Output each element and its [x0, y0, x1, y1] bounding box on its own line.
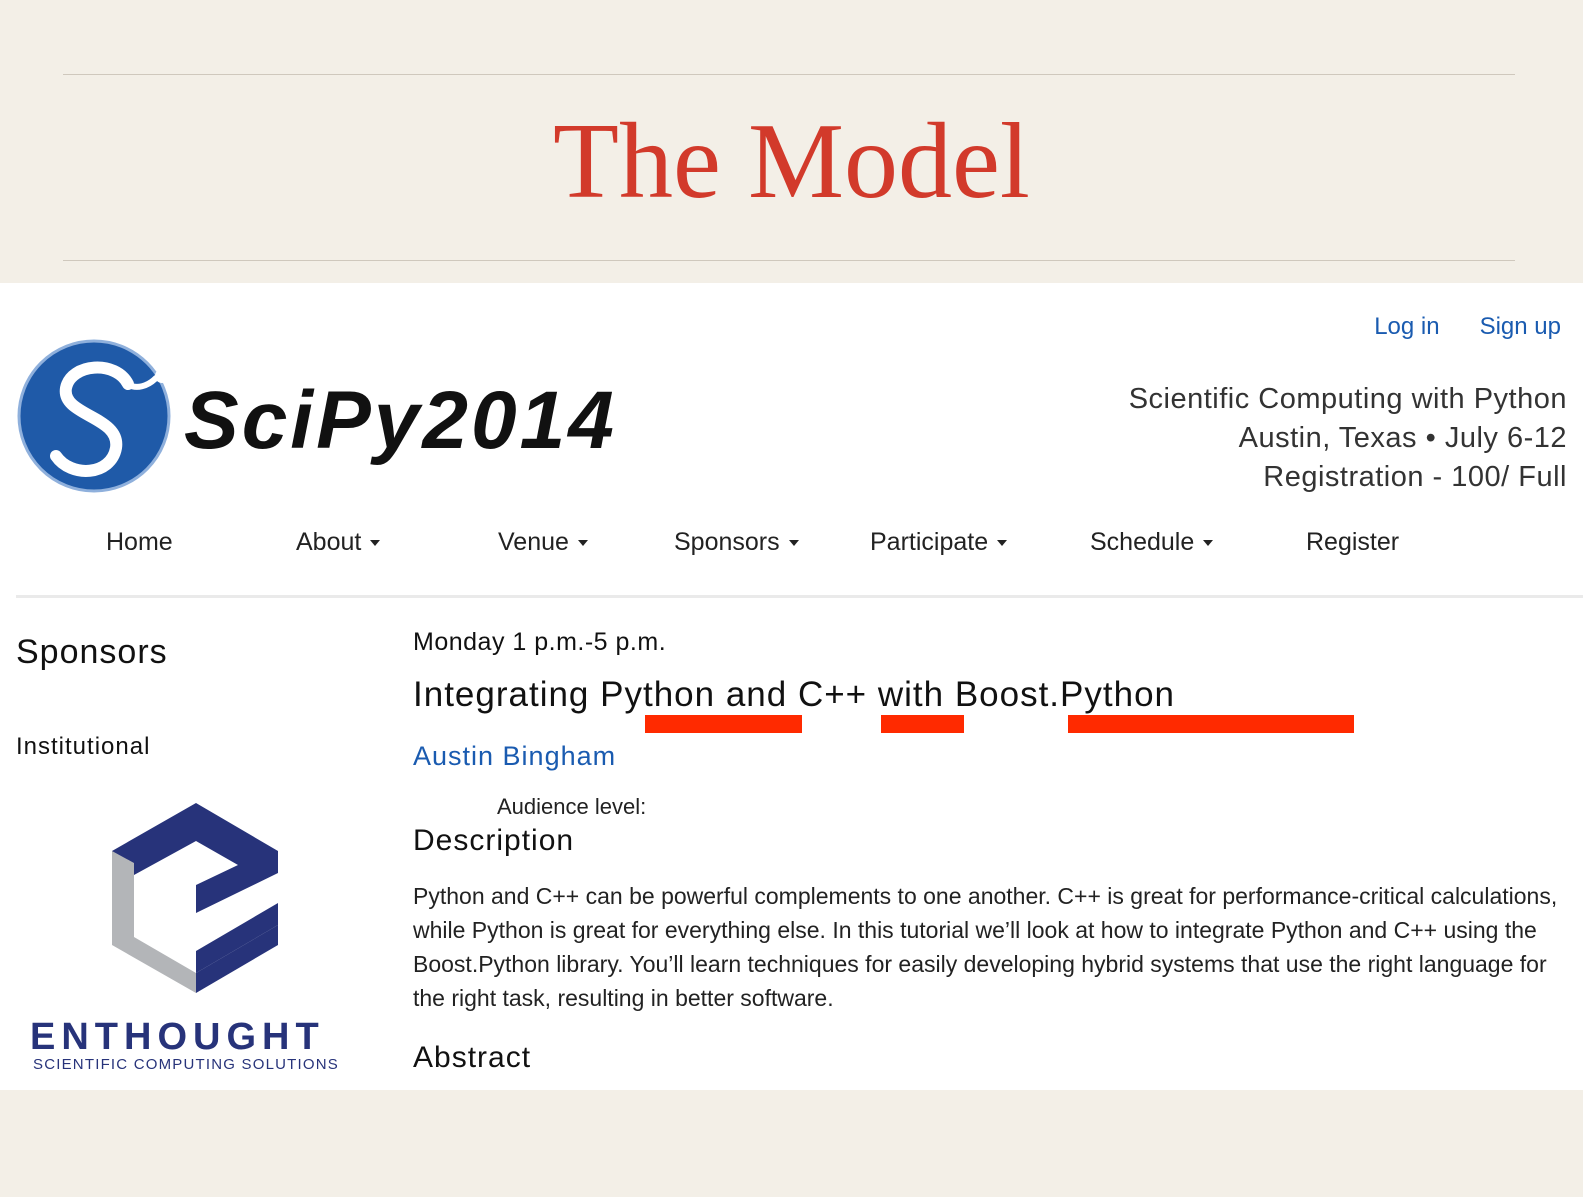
enthought-tagline: SCIENTIFIC COMPUTING SOLUTIONS	[33, 1056, 340, 1073]
nav-label: Participate	[870, 528, 989, 556]
nav-label: Schedule	[1090, 528, 1195, 556]
nav-label: About	[296, 528, 362, 556]
description-text: Python and C++ can be powerful complemen…	[413, 883, 1558, 1011]
nav-divider	[16, 595, 1583, 598]
highlight-underline-boost-python	[1068, 715, 1354, 733]
scipy-snake-icon	[17, 339, 171, 493]
tagline-line: Registration - 100/ Full	[1263, 461, 1567, 493]
conference-tagline: Scientific Computing with Python Austin,…	[1129, 380, 1567, 497]
slide-title: The Model	[553, 102, 1030, 221]
caret-down-icon	[370, 540, 381, 547]
nav-home[interactable]: Home	[106, 528, 173, 557]
enthought-name: ENTHOUGHT	[30, 1016, 325, 1058]
speaker-link[interactable]: Austin Bingham	[413, 741, 616, 772]
sidebar-subtitle: Institutional	[16, 733, 151, 760]
logo-wordmark: SciPy2014	[184, 375, 617, 466]
description-heading: Description	[413, 824, 575, 857]
session-time: Monday 1 p.m.-5 p.m.	[413, 628, 667, 656]
nav-venue[interactable]: Venue	[498, 528, 588, 557]
title-keyword-python: Python	[600, 675, 716, 714]
title-keyword-boost-python: Boost.Python	[954, 675, 1176, 714]
top-rule	[63, 74, 1515, 75]
title-keyword-cpp: C++	[797, 675, 868, 714]
nav-label: Home	[106, 528, 173, 556]
login-link[interactable]: Log in	[1374, 313, 1439, 341]
title-part: and	[715, 675, 798, 714]
enthought-logo-icon[interactable]	[112, 803, 282, 993]
tagline-line: Scientific Computing with Python	[1128, 383, 1567, 415]
caret-down-icon	[788, 540, 799, 547]
bottom-rule	[63, 260, 1515, 261]
nav-schedule[interactable]: Schedule	[1090, 528, 1214, 557]
caret-down-icon	[997, 540, 1008, 547]
nav-sponsors[interactable]: Sponsors	[674, 528, 799, 557]
signup-link[interactable]: Sign up	[1480, 313, 1561, 341]
nav-about[interactable]: About	[296, 528, 381, 557]
auth-links: Log in Sign up	[1374, 313, 1561, 341]
nav-register[interactable]: Register	[1306, 528, 1399, 557]
highlight-underline-python	[645, 715, 802, 733]
abstract-heading: Abstract	[413, 1041, 532, 1074]
caret-down-icon	[577, 540, 588, 547]
audience-level-label: Audience level:	[497, 794, 647, 819]
caret-down-icon	[1203, 540, 1214, 547]
nav-label: Sponsors	[674, 528, 780, 556]
sidebar-title: Sponsors	[16, 633, 168, 671]
highlight-underline-cpp	[881, 715, 964, 733]
talk-title: Integrating Python and C++ with Boost.Py…	[413, 675, 1175, 715]
title-part: Integrating	[413, 675, 601, 714]
nav-label: Register	[1306, 528, 1400, 556]
tagline-line: Austin, Texas • July 6-12	[1238, 422, 1567, 454]
title-part: with	[867, 675, 955, 714]
nav-label: Venue	[498, 528, 569, 556]
website-screenshot: Log in Sign up SciPy2014 Scientific Comp…	[0, 283, 1583, 1090]
scipy-logo[interactable]: SciPy2014	[16, 338, 656, 498]
nav-participate[interactable]: Participate	[870, 528, 1008, 557]
main-nav: Home About Venue Sponsors Participate Sc…	[0, 528, 1583, 568]
